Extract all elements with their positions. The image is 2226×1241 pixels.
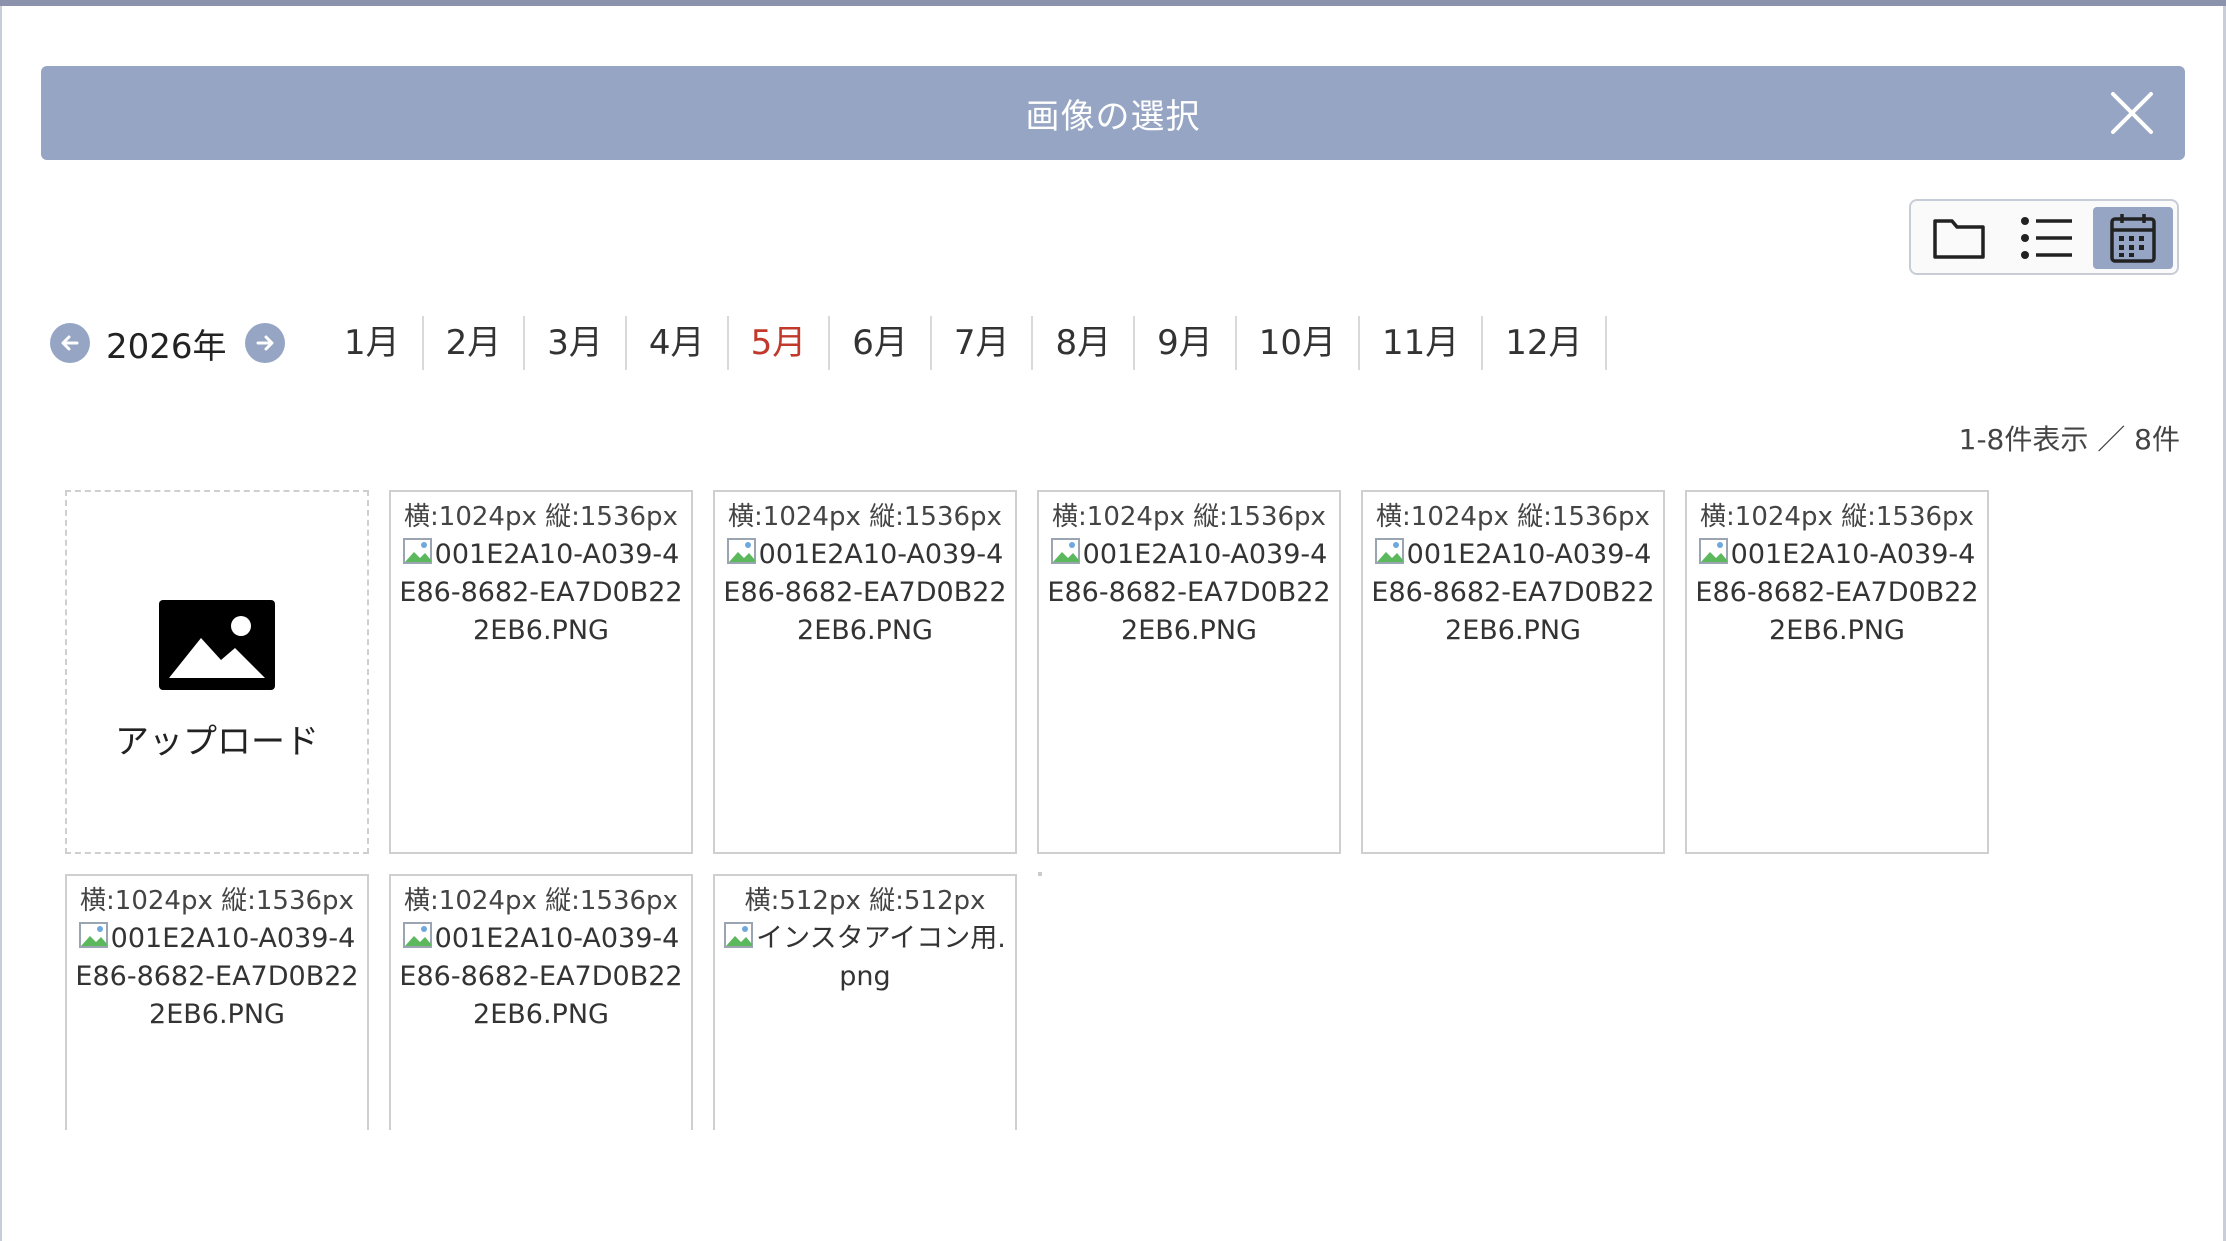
folder-view-button[interactable] [1919,207,1999,269]
image-tile[interactable]: 横:1024px 縦:1536px 001E2A10-A039-4E86-8682… [713,490,1017,854]
list-view-button[interactable] [2007,207,2087,269]
image-tile[interactable]: 横:1024px 縦:1536px 001E2A10-A039-4E86-8682… [1037,490,1341,854]
image-alt-text: インスタアイコン用.png [715,920,1015,996]
broken-image-icon [1374,538,1404,564]
image-alt-text: 001E2A10-A039-4E86-8682-EA7D0B222EB6.PNG [1687,536,1987,650]
image-filename: 001E2A10-A039-4E86-8682-EA7D0B222EB6.PNG [399,923,683,1030]
month-tab-9[interactable]: 9月 [1135,316,1237,370]
image-filename: 001E2A10-A039-4E86-8682-EA7D0B222EB6.PNG [723,539,1007,646]
broken-image-icon [1698,538,1728,564]
window-top-bar [0,0,2226,6]
month-tabs: 1月 2月 3月 4月 5月 6月 7月 8月 9月 10月 11月 12月 [322,316,1607,370]
image-filename: インスタアイコン用.png [756,923,1006,992]
image-alt-text: 001E2A10-A039-4E86-8682-EA7D0B222EB6.PNG [391,536,691,650]
dialog-header: 画像の選択 [41,66,2185,160]
arrow-left-icon [61,335,79,351]
image-tile[interactable]: 横:1024px 縦:1536px 001E2A10-A039-4E86-8682… [389,490,693,854]
list-icon [2021,217,2072,259]
upload-label: アップロード [115,722,319,762]
calendar-view-button[interactable] [2093,207,2173,269]
month-tab-6[interactable]: 6月 [830,316,932,370]
image-tile[interactable]: 横:512px 縦:512px インスタアイコン用.png [713,874,1017,1130]
close-icon [2111,92,2153,134]
image-dimensions: 横:1024px 縦:1536px [404,886,678,916]
image-dimensions: 横:1024px 縦:1536px [728,502,1002,532]
image-filename: 001E2A10-A039-4E86-8682-EA7D0B222EB6.PNG [399,539,683,646]
broken-image-icon [724,922,754,948]
broken-image-icon [1050,538,1080,564]
month-tab-1[interactable]: 1月 [322,316,424,370]
image-tile[interactable]: 横:1024px 縦:1536px 001E2A10-A039-4E86-8682… [389,874,693,1130]
arrow-right-icon [256,335,274,351]
close-button[interactable] [2105,86,2159,140]
image-alt-text: 001E2A10-A039-4E86-8682-EA7D0B222EB6.PNG [1039,536,1339,650]
dialog-title: 画像の選択 [1025,96,1201,137]
prev-year-button[interactable] [50,323,90,363]
month-tab-11[interactable]: 11月 [1360,316,1484,370]
image-filename: 001E2A10-A039-4E86-8682-EA7D0B222EB6.PNG [1371,539,1655,646]
month-tab-3[interactable]: 3月 [525,316,627,370]
image-tile[interactable]: 横:1024px 縦:1536px 001E2A10-A039-4E86-8682… [65,874,369,1130]
image-alt-text: 001E2A10-A039-4E86-8682-EA7D0B222EB6.PNG [391,920,691,1034]
month-tab-7[interactable]: 7月 [932,316,1034,370]
broken-image-icon [402,538,432,564]
image-dimensions: 横:512px 縦:512px [744,886,986,916]
month-tab-5[interactable]: 5月 [729,316,831,370]
stray-dot [1038,872,1042,876]
image-dimensions: 横:1024px 縦:1536px [1700,502,1974,532]
image-filename: 001E2A10-A039-4E86-8682-EA7D0B222EB6.PNG [75,923,359,1030]
image-dimensions: 横:1024px 縦:1536px [1376,502,1650,532]
image-dimensions: 横:1024px 縦:1536px [80,886,354,916]
year-navigation: 2026年 [50,318,285,368]
image-alt-text: 001E2A10-A039-4E86-8682-EA7D0B222EB6.PNG [715,536,1015,650]
view-toggle [1909,199,2179,275]
image-filename: 001E2A10-A039-4E86-8682-EA7D0B222EB6.PNG [1695,539,1979,646]
image-dimensions: 横:1024px 縦:1536px [404,502,678,532]
calendar-icon [2110,214,2156,263]
image-tile[interactable]: 横:1024px 縦:1536px 001E2A10-A039-4E86-8682… [1361,490,1665,854]
month-tab-8[interactable]: 8月 [1033,316,1136,370]
month-tab-2[interactable]: 2月 [424,316,526,370]
image-filename: 001E2A10-A039-4E86-8682-EA7D0B222EB6.PNG [1047,539,1331,646]
broken-image-icon [726,538,756,564]
upload-tile[interactable]: アップロード [65,490,369,854]
month-tab-4[interactable]: 4月 [627,316,729,370]
broken-image-icon [402,922,432,948]
image-alt-text: 001E2A10-A039-4E86-8682-EA7D0B222EB6.PNG [1363,536,1663,650]
folder-icon [1933,219,1985,259]
image-tile[interactable]: 横:1024px 縦:1536px 001E2A10-A039-4E86-8682… [1685,490,1989,854]
image-alt-text: 001E2A10-A039-4E86-8682-EA7D0B222EB6.PNG [67,920,367,1034]
image-icon [159,600,275,690]
year-label: 2026年 [106,326,227,367]
month-tab-10[interactable]: 10月 [1237,316,1361,370]
dialog-left-edge [0,6,2,1241]
image-dimensions: 横:1024px 縦:1536px [1052,502,1326,532]
month-tab-12[interactable]: 12月 [1483,316,1607,370]
broken-image-icon [78,922,108,948]
next-year-button[interactable] [244,323,285,363]
result-count: 1-8件表示 ／ 8件 [1958,423,2180,456]
